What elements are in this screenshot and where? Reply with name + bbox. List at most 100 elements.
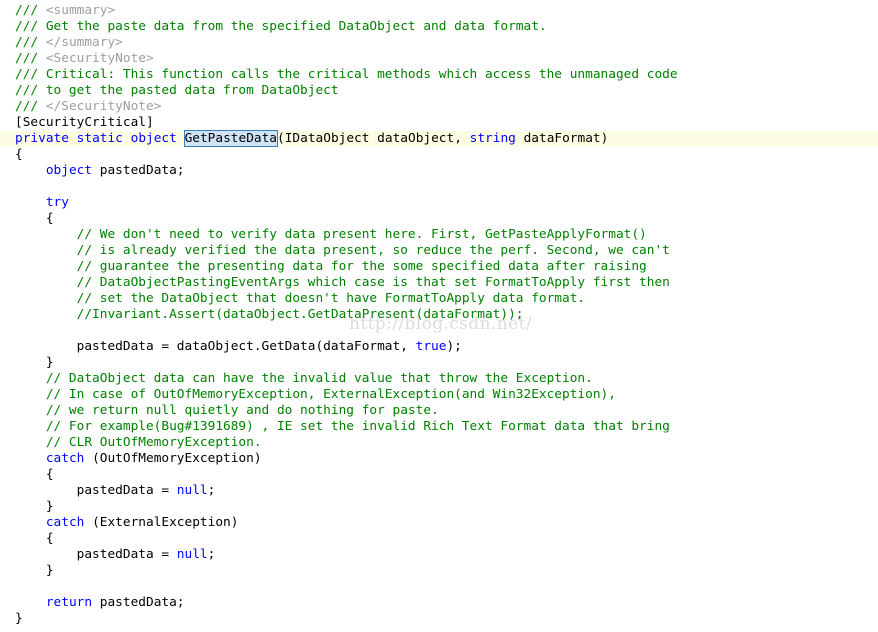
code-token-cmt: //Invariant.Assert(dataObject.GetDataPre… [15,307,524,322]
code-line[interactable]: [SecurityCritical] [0,115,878,131]
code-token-cmt: /// to get the pasted data from DataObje… [15,83,339,98]
code-line[interactable]: /// </summary> [0,35,878,51]
code-token-plain: (OutOfMemoryException) [84,451,262,466]
code-token-plain: dataFormat) [515,131,609,146]
code-line[interactable]: // DataObject data can have the invalid … [0,371,878,387]
code-token-kw: private [15,131,69,146]
code-token-plain: ; [207,483,216,498]
code-line[interactable]: // DataObjectPastingEventArgs which case… [0,275,878,291]
code-line[interactable]: /// </SecurityNote> [0,99,878,115]
code-token-xmlslash: /// [15,99,46,114]
code-token-plain: [SecurityCritical] [15,115,154,130]
code-token-xmltag: <SecurityNote> [45,51,154,66]
code-token-punct: } [15,563,54,578]
code-line[interactable] [0,579,878,595]
code-token-cmt: // In case of OutOfMemoryException, Exte… [15,387,616,402]
code-token-punct: } [15,499,54,514]
code-token-plain: pastedData = [15,483,177,498]
code-token-punct: { [15,147,23,162]
code-viewer[interactable]: http://blog.csdn.net/ /// <summary>/// G… [0,0,878,632]
code-token-plain: pastedData; [92,163,185,178]
code-token-kw: object [45,163,93,178]
code-token-punct: { [15,531,54,546]
code-line[interactable]: // In case of OutOfMemoryException, Exte… [0,387,878,403]
code-token-kw: string [469,131,516,146]
code-token-kw: true [415,339,447,354]
code-token-punct: { [15,467,54,482]
code-token-xmltag: </SecurityNote> [45,99,162,114]
code-token-plain: (IDataObject dataObject, [277,131,470,146]
code-token-xmltag: </summary> [45,35,123,50]
code-line[interactable]: private static object GetPasteData(IData… [0,130,878,147]
code-line[interactable]: // For example(Bug#1391689) , IE set the… [0,419,878,435]
code-token-xmlslash: /// [15,3,46,18]
code-line[interactable]: //Invariant.Assert(dataObject.GetDataPre… [0,307,878,323]
code-token-cmt: // we return null quietly and do nothing… [15,403,439,418]
code-token-kw: return [45,595,93,610]
code-token-kw: static [76,131,123,146]
code-token-cmt: // DataObject data can have the invalid … [15,371,593,386]
code-line[interactable]: } [0,563,878,579]
code-line[interactable] [0,323,878,339]
code-token-kw: object [130,131,177,146]
code-token-kw: null [176,483,208,498]
code-token-plain: (ExternalException) [84,515,239,530]
code-token-cmt: /// Critical: This function calls the cr… [15,67,678,82]
code-token-cmt: // is already verified the data present,… [15,243,670,258]
code-token-plain: pastedData; [92,595,185,610]
code-token-kw: null [176,547,208,562]
code-token-kw: catch [45,515,85,530]
code-line[interactable]: { [0,211,878,227]
code-line[interactable]: // we return null quietly and do nothing… [0,403,878,419]
code-line[interactable]: // set the DataObject that doesn't have … [0,291,878,307]
code-token-cmt: // We don't need to verify data present … [15,227,647,242]
code-token-plain: ); [446,339,462,354]
code-line[interactable]: object pastedData; [0,163,878,179]
code-line[interactable]: catch (ExternalException) [0,515,878,531]
code-line[interactable] [0,179,878,195]
code-line[interactable]: // We don't need to verify data present … [0,227,878,243]
code-line[interactable]: /// to get the pasted data from DataObje… [0,83,878,99]
code-line[interactable]: try [0,195,878,211]
code-line[interactable]: /// <summary> [0,3,878,19]
code-token-cmt: // set the DataObject that doesn't have … [15,291,586,306]
code-line[interactable]: } [0,355,878,371]
code-line[interactable]: } [0,499,878,515]
code-token-cmt: // guarantee the presenting data for the… [15,259,647,274]
code-line[interactable]: /// Get the paste data from the specifie… [0,19,878,35]
code-line[interactable]: { [0,147,878,163]
code-token-kw: try [45,195,69,210]
selected-symbol[interactable]: GetPasteData [183,130,279,147]
code-line[interactable]: pastedData = null; [0,483,878,499]
code-line[interactable]: // is already verified the data present,… [0,243,878,259]
code-line[interactable]: // CLR OutOfMemoryException. [0,435,878,451]
code-token-cmt: // CLR OutOfMemoryException. [15,435,262,450]
code-token-cmt: // DataObjectPastingEventArgs which case… [15,275,670,290]
code-token-xmlslash: /// [15,35,46,50]
code-token-punct: { [15,211,54,226]
code-line[interactable]: catch (OutOfMemoryException) [0,451,878,467]
code-line[interactable]: return pastedData; [0,595,878,611]
code-token-punct: } [15,355,54,370]
code-token-xmlslash: /// [15,51,46,66]
code-line[interactable]: // guarantee the presenting data for the… [0,259,878,275]
code-line[interactable]: { [0,531,878,547]
code-token-punct: } [15,611,23,626]
code-token-plain: pastedData = dataObject.GetData(dataForm… [15,339,416,354]
code-token-plain: pastedData = [15,547,177,562]
code-line[interactable]: /// <SecurityNote> [0,51,878,67]
code-token-xmltag: <summary> [45,3,116,18]
code-line[interactable]: pastedData = dataObject.GetData(dataForm… [0,339,878,355]
code-line[interactable]: pastedData = null; [0,547,878,563]
code-line-list[interactable]: /// <summary>/// Get the paste data from… [0,0,878,627]
code-line[interactable]: } [0,611,878,627]
code-line[interactable]: { [0,467,878,483]
code-line[interactable]: /// Critical: This function calls the cr… [0,67,878,83]
